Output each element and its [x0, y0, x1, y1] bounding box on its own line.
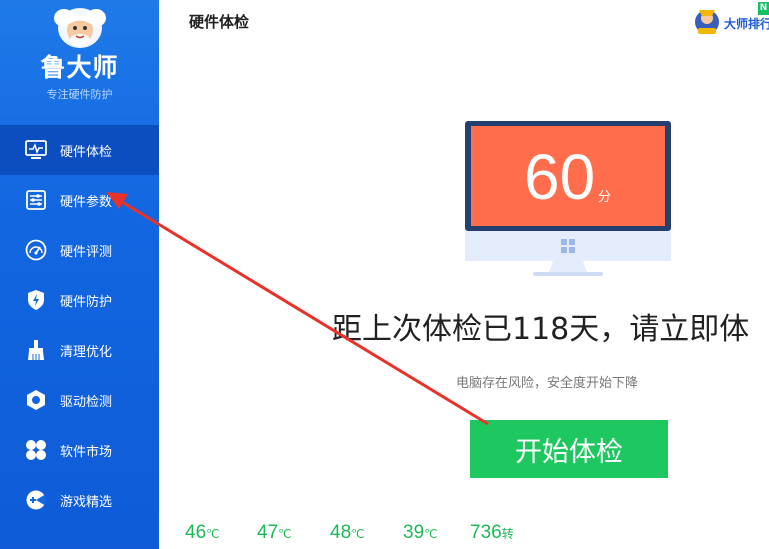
shield-bolt-icon — [25, 289, 47, 311]
sidebar-item-software-market[interactable]: 软件市场 — [0, 425, 159, 475]
stat-unit: 转 — [501, 527, 514, 541]
temperature-stat-3: 48℃ — [330, 522, 365, 544]
temperature-stat-2: 47℃ — [257, 522, 292, 544]
stat-value: 48 — [330, 522, 352, 543]
risk-warning: 电脑存在风险，安全度开始下降 — [456, 376, 639, 391]
monitor-pulse-icon — [25, 139, 47, 161]
hexagon-gear-icon — [25, 389, 47, 411]
sidebar-item-hardware-check[interactable]: 硬件体检 — [0, 125, 159, 175]
new-badge: N — [758, 2, 769, 15]
stat-unit: ℃ — [278, 527, 292, 541]
brand-name: 鲁大师 — [40, 53, 119, 82]
stat-unit: ℃ — [206, 527, 220, 541]
temperature-stat-1: 46℃ — [185, 522, 220, 544]
health-score: 60 — [524, 141, 596, 213]
logo-area: 鲁大师 专注硬件防护 — [0, 0, 159, 120]
sliders-icon — [25, 189, 47, 211]
sidebar-item-label: 清理优化 — [60, 344, 113, 360]
sidebar-item-label: 软件市场 — [60, 444, 113, 460]
stat-value: 39 — [403, 522, 425, 543]
sidebar-item-hardware-protection[interactable]: 硬件防护 — [0, 275, 159, 325]
start-check-button[interactable]: 开始体检 — [470, 420, 668, 478]
sidebar-item-game-selection[interactable]: 游戏精选 — [0, 475, 159, 525]
sidebar-item-driver-check[interactable]: 驱动检测 — [0, 375, 159, 425]
stat-unit: ℃ — [424, 527, 438, 541]
sidebar-item-hardware-benchmark[interactable]: 硬件评测 — [0, 225, 159, 275]
sidebar-item-clean-optimize[interactable]: 清理优化 — [0, 325, 159, 375]
last-check-headline: 距上次体检已118天，请立即体 — [332, 312, 750, 347]
mascot-logo-icon — [54, 8, 106, 48]
sidebar-item-label: 硬件参数 — [60, 194, 113, 210]
stat-value: 736 — [470, 522, 502, 543]
page-title: 硬件体检 — [189, 13, 250, 31]
sidebar: 鲁大师 专注硬件防护 硬件体检 硬件参数 硬件评测 硬件防护 清理优化 驱动检测… — [0, 0, 159, 549]
leaderboard-link[interactable]: 大师排行 — [724, 15, 769, 32]
score-unit: 分 — [598, 190, 612, 205]
temperature-stat-4: 39℃ — [403, 522, 438, 544]
stat-value: 46 — [185, 522, 207, 543]
stat-value: 47 — [257, 522, 279, 543]
gamepad-icon — [25, 489, 47, 511]
gauge-icon — [25, 239, 47, 261]
sidebar-item-label: 硬件评测 — [60, 244, 113, 260]
fan-speed-stat: 736转 — [470, 522, 514, 544]
sidebar-item-label: 驱动检测 — [60, 394, 113, 410]
broom-icon — [25, 339, 47, 361]
stat-unit: ℃ — [351, 527, 365, 541]
sidebar-item-label: 硬件防护 — [60, 294, 113, 310]
brand-slogan: 专注硬件防护 — [46, 88, 113, 101]
sidebar-item-label: 硬件体检 — [60, 144, 113, 160]
clover-icon — [25, 439, 47, 461]
sidebar-item-label: 游戏精选 — [60, 494, 113, 510]
sidebar-item-hardware-params[interactable]: 硬件参数 — [0, 175, 159, 225]
